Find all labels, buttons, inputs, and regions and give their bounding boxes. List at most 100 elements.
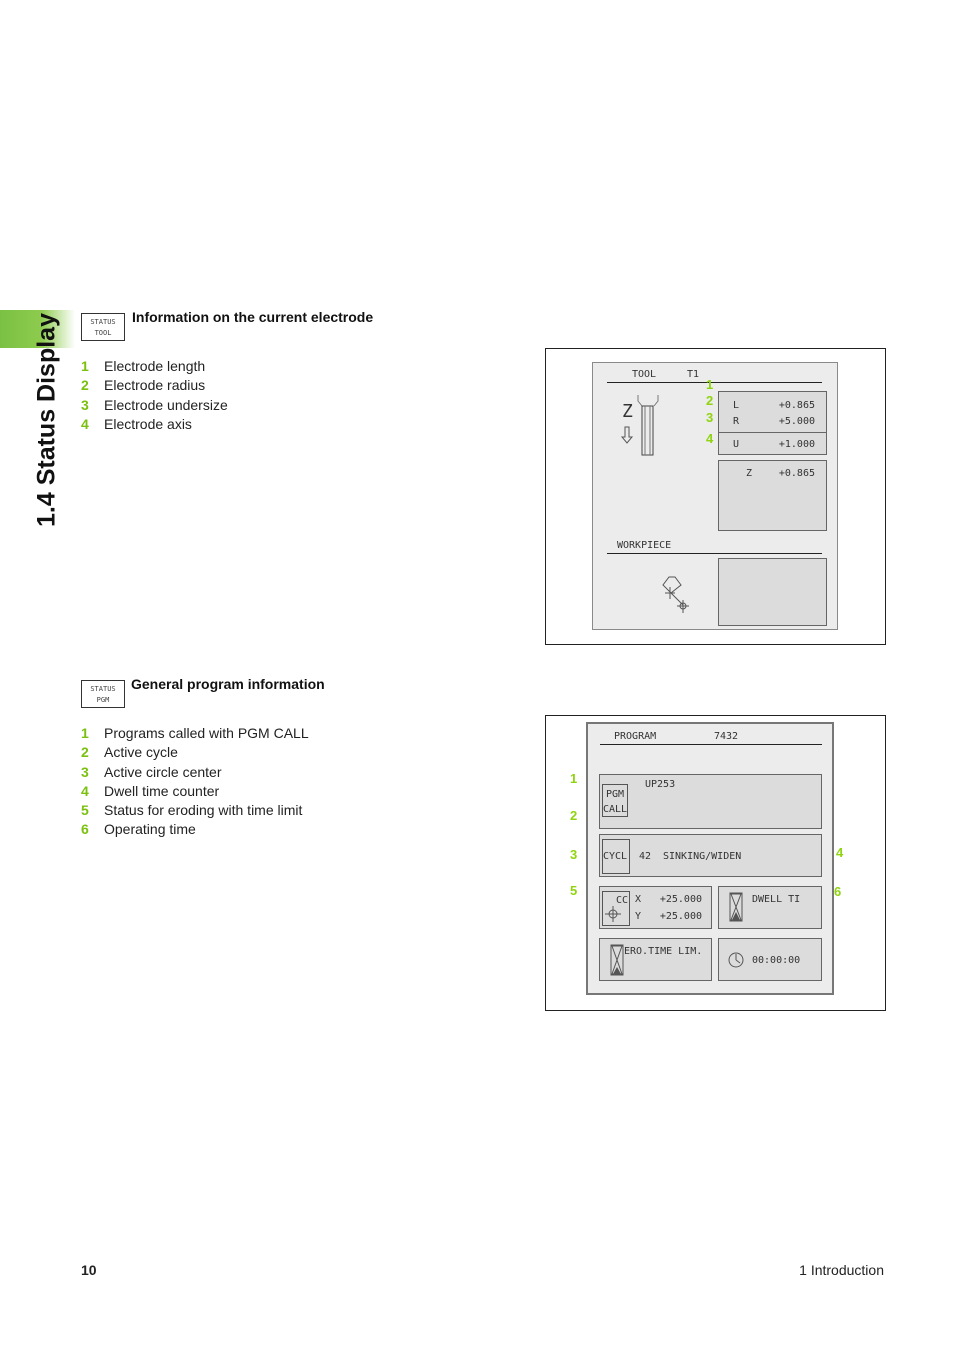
tool-label: TOOL [632,369,657,380]
cycle-box: CYCL 42 SINKING/WIDEN [599,834,822,877]
program-status-figure: PROGRAM 7432 PGM CALL UP253 CYCL 42 SINKI… [545,715,886,1011]
electrode-icon [620,395,659,456]
tool-id: T1 [687,369,700,380]
pgm-call-box: PGM CALL UP253 [599,774,822,829]
callout-5: 5 [570,883,578,898]
radius-value: +5.000 [778,416,815,427]
item-number: 3 [81,396,89,413]
chapter-title-text: 1.4 Status Display [32,313,61,527]
item-number: 1 [81,358,89,374]
item-label: Electrode radius [104,377,206,394]
list-item: 2 Active cycle [81,743,309,762]
dwell-box: DWELL TI [718,886,822,929]
x-label: X [635,894,642,905]
operating-time-value: 00:00:00 [752,955,801,966]
list-item: 3 Active circle center [81,763,309,782]
page-number: 10 [81,1262,97,1278]
axis-value-box: Z +0.865 [718,460,827,531]
operating-time-box: 00:00:00 [718,938,822,981]
pgm-call-icon: PGM CALL [602,784,628,817]
program-label: PROGRAM [614,731,657,742]
item-label: Electrode axis [104,415,192,432]
item-number: 2 [81,744,89,761]
callout-4: 4 [706,431,714,446]
tool-status-screen: TOOL T1 Z L +0.865 R +5.000 U +1.000 Z +… [592,362,838,630]
item-number: 1 [81,725,89,741]
item-label: Operating time [104,821,196,838]
list-item: 4 Dwell time counter [81,782,309,801]
softkey-line-2: PGM [96,696,110,704]
icon-line: PGM [605,789,625,800]
axis-label: Z [746,468,753,479]
callout-2: 2 [570,808,578,823]
workpiece-icon [662,576,689,613]
hourglass-icon [729,892,743,922]
crosshair-icon [605,906,621,922]
item-label: Electrode length [104,358,206,374]
divider [607,553,822,554]
list-item: 1 Electrode length [81,357,228,376]
tool-values-box: L +0.865 R +5.000 U +1.000 [718,391,827,455]
cycle-name: SINKING/WIDEN [663,851,742,862]
divider [719,432,826,433]
undersize-label: U [733,439,740,450]
chapter-title: 1.4 Status Display [22,310,72,530]
softkey-line-1: STATUS [90,685,116,693]
electrode-legend-list: 1 Electrode length 2 Electrode radius 3 Ele… [81,357,228,434]
length-label: L [733,400,740,411]
y-label: Y [635,911,642,922]
divider [607,382,822,383]
section-heading-program: General program information [131,676,325,692]
undersize-value: +1.000 [778,439,815,450]
softkey-line-2: TOOL [94,329,112,337]
item-number: 4 [81,415,89,432]
footer-chapter: 1 Introduction [799,1262,884,1278]
list-item: 3 Electrode undersize [81,396,228,415]
circle-center-box: CC X +25.000 Y +25.000 [599,886,712,929]
callout-3: 3 [570,847,578,862]
softkey-line-1: STATUS [90,318,116,326]
section-heading-electrode: Information on the current electrode [132,309,374,325]
hourglass-icon [610,944,624,976]
circle-center-icon: CC [602,891,630,926]
callout-2: 2 [706,393,714,408]
item-number: 4 [81,782,89,799]
workpiece-box [718,558,827,626]
called-program: UP253 [645,779,676,790]
divider [600,744,822,745]
ero-time-label: ERO.TIME LIM. [624,946,703,957]
callout-1: 1 [706,377,714,392]
item-number: 3 [81,763,89,780]
program-legend-list: 1 Programs called with PGM CALL 2 Active c… [81,724,309,840]
callout-4: 4 [836,845,844,860]
item-number: 2 [81,377,89,394]
item-number: 5 [81,802,89,819]
program-status-screen: PROGRAM 7432 PGM CALL UP253 CYCL 42 SINKI… [586,722,834,995]
item-label: Programs called with PGM CALL [104,725,309,741]
radius-label: R [733,416,740,427]
callout-6: 6 [834,884,842,899]
status-pgm-softkey: STATUS PGM [81,680,125,708]
cc-label: CC [615,895,628,906]
callout-1: 1 [570,771,578,786]
icon-line: CALL [603,804,628,815]
y-value: +25.000 [659,911,702,922]
ero-time-box: ERO.TIME LIM. [599,938,712,981]
x-value: +25.000 [659,894,702,905]
item-label: Active cycle [104,744,178,761]
clock-icon [728,952,744,968]
program-id: 7432 [714,731,739,742]
callout-3: 3 [706,410,714,425]
tool-status-figure: TOOL T1 Z L +0.865 R +5.000 U +1.000 Z +… [545,348,886,645]
length-value: +0.865 [778,400,815,411]
item-label: Electrode undersize [104,396,228,413]
list-item: 1 Programs called with PGM CALL [81,724,309,743]
status-tool-softkey: STATUS TOOL [81,313,125,341]
cycle-icon: CYCL [602,839,630,874]
cycle-number: 42 [639,851,652,862]
list-item: 4 Electrode axis [81,415,228,434]
list-item: 2 Electrode radius [81,376,228,395]
axis-value: +0.865 [778,468,815,479]
list-item: 5 Status for eroding with time limit [81,801,309,820]
dwell-label: DWELL TI [752,894,801,905]
